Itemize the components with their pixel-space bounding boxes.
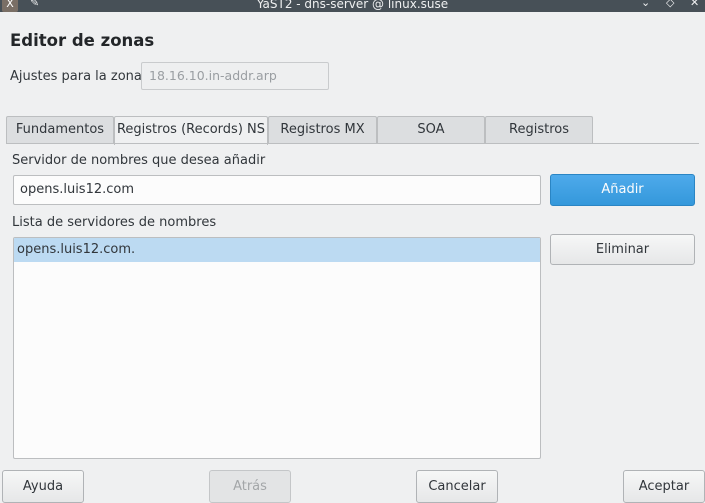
close-icon[interactable]: ✕ xyxy=(690,0,699,9)
add-server-label: Servidor de nombres que desea añadir xyxy=(12,153,266,168)
tab-registros-mx[interactable]: Registros MX xyxy=(268,116,377,143)
window-titlebar: X ✎ YaST2 - dns-server @ linux.suse ⌄ ◇ … xyxy=(0,0,705,12)
zone-label: Ajustes para la zona xyxy=(10,69,142,84)
add-button[interactable]: Añadir xyxy=(550,174,695,206)
zone-field: 18.16.10.in-addr.arp xyxy=(141,62,329,90)
tab-fundamentos[interactable]: Fundamentos xyxy=(6,116,114,143)
tab-registros[interactable]: Registros xyxy=(485,116,593,143)
tab-soa[interactable]: SOA xyxy=(377,116,485,143)
nameserver-list[interactable]: opens.luis12.com. xyxy=(13,237,541,459)
nameserver-input[interactable]: opens.luis12.com xyxy=(13,175,541,205)
page-title: Editor de zonas xyxy=(10,31,155,50)
cancel-button[interactable]: Cancelar xyxy=(416,470,498,503)
tab-registros-ns[interactable]: Registros (Records) NS xyxy=(114,116,268,145)
window-title: YaST2 - dns-server @ linux.suse xyxy=(256,0,449,11)
tab-panel-border xyxy=(6,143,699,144)
help-button[interactable]: Ayuda xyxy=(2,470,84,503)
remove-button[interactable]: Eliminar xyxy=(550,234,695,265)
nameserver-list-label: Lista de servidores de nombres xyxy=(12,215,217,230)
minimize-icon[interactable]: ⌄ xyxy=(641,0,650,9)
accept-button[interactable]: Aceptar xyxy=(623,470,705,503)
back-button[interactable]: Atrás xyxy=(209,470,291,503)
maximize-icon[interactable]: ◇ xyxy=(666,0,674,9)
list-item[interactable]: opens.luis12.com. xyxy=(14,238,540,262)
